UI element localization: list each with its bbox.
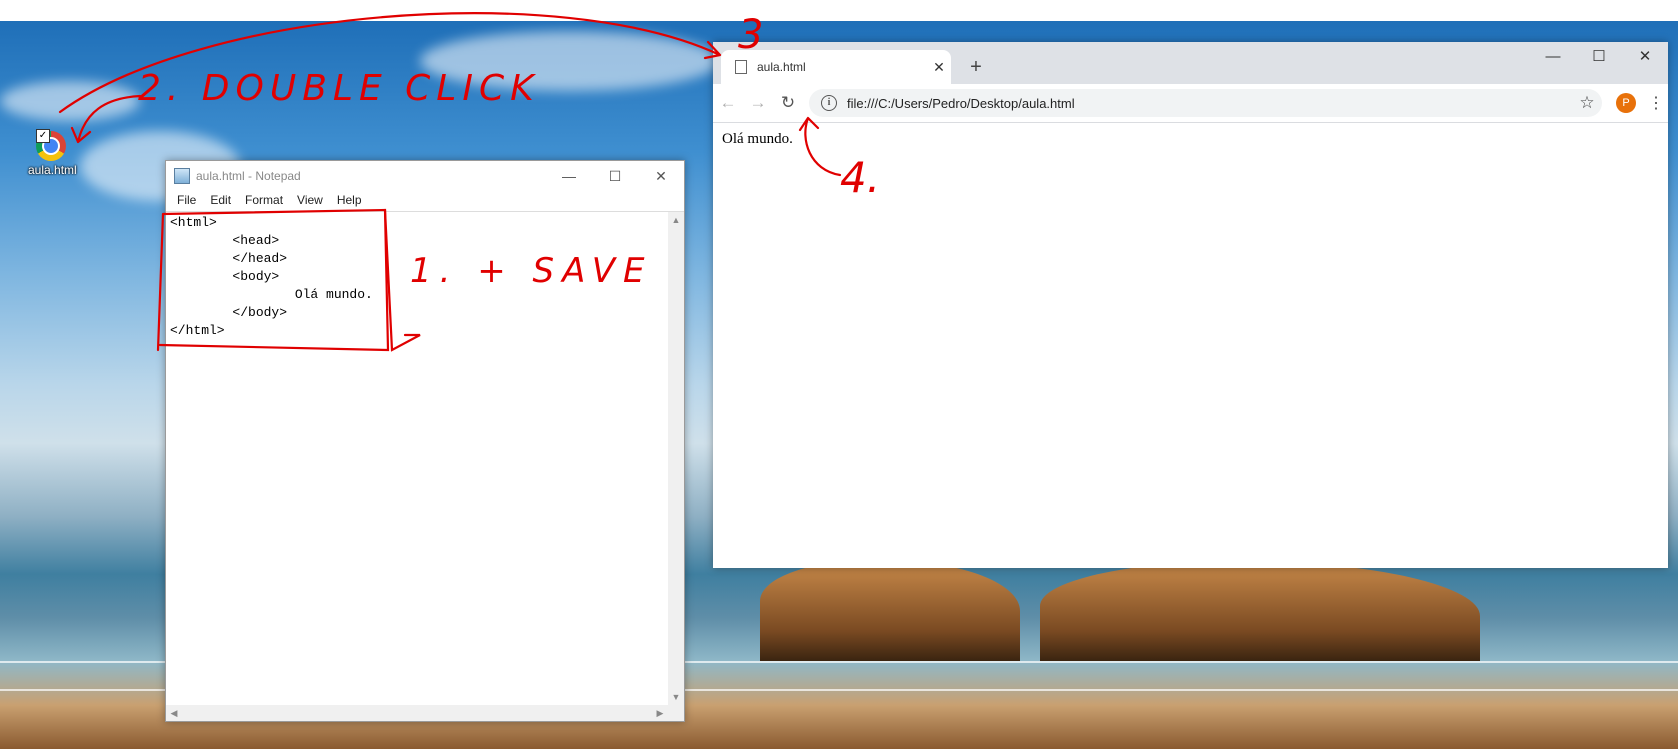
minimize-button[interactable]: — — [1530, 42, 1576, 70]
menu-edit[interactable]: Edit — [203, 191, 238, 211]
scroll-down-icon[interactable]: ▼ — [668, 689, 684, 705]
chrome-window[interactable]: aula.html ✕ + — ☐ ✕ ← → ↻ i file:///C:/U… — [713, 42, 1668, 568]
profile-avatar[interactable]: P — [1616, 93, 1636, 113]
tab-close-icon[interactable]: ✕ — [927, 59, 951, 76]
menu-help[interactable]: Help — [330, 191, 369, 211]
page-viewport: Olá mundo. — [713, 123, 1668, 568]
maximize-button[interactable]: ☐ — [1576, 42, 1622, 70]
browser-toolbar: ← → ↻ i file:///C:/Users/Pedro/Desktop/a… — [713, 84, 1668, 123]
back-arrow-icon[interactable]: ← — [713, 88, 743, 118]
rock-arch — [1040, 561, 1480, 661]
vertical-scrollbar[interactable]: ▲ ▼ — [668, 212, 684, 705]
scroll-right-icon[interactable]: ▶ — [652, 705, 668, 721]
notepad-window[interactable]: aula.html - Notepad — ☐ ✕ File Edit Form… — [165, 160, 685, 722]
new-tab-button[interactable]: + — [963, 54, 989, 80]
desktop-file-icon[interactable]: ✓ aula.html — [28, 129, 77, 177]
notepad-app-icon — [174, 168, 190, 184]
notepad-titlebar[interactable]: aula.html - Notepad — ☐ ✕ — [166, 161, 684, 191]
menu-view[interactable]: View — [290, 191, 330, 211]
tab-strip: aula.html ✕ + — ☐ ✕ — [713, 42, 1668, 84]
notepad-content[interactable]: <html> <head> </head> <body> Olá mundo. … — [170, 214, 373, 340]
scroll-up-icon[interactable]: ▲ — [668, 212, 684, 228]
notepad-menubar: File Edit Format View Help — [166, 191, 684, 211]
scroll-left-icon[interactable]: ◀ — [166, 705, 182, 721]
bookmark-star-icon[interactable]: ☆ — [1572, 93, 1602, 113]
menu-file[interactable]: File — [170, 191, 203, 211]
minimize-button[interactable]: — — [546, 161, 592, 191]
notepad-text-area[interactable]: <html> <head> </head> <body> Olá mundo. … — [166, 211, 684, 721]
reload-icon[interactable]: ↻ — [773, 88, 803, 118]
tab-title: aula.html — [757, 60, 806, 74]
cloud — [420, 31, 720, 91]
window-controls: — ☐ ✕ — [1530, 42, 1668, 70]
forward-arrow-icon[interactable]: → — [743, 88, 773, 118]
tab-aula[interactable]: aula.html ✕ — [721, 50, 951, 84]
cloud — [0, 81, 140, 121]
document-icon — [735, 60, 747, 74]
page-text: Olá mundo. — [722, 131, 793, 147]
menu-kebab-icon[interactable]: ⋮ — [1644, 93, 1668, 113]
close-button[interactable]: ✕ — [1622, 42, 1668, 70]
checkbox-icon: ✓ — [36, 129, 50, 143]
info-icon[interactable]: i — [821, 95, 837, 111]
resize-grip[interactable] — [668, 705, 684, 721]
maximize-button[interactable]: ☐ — [592, 161, 638, 191]
horizontal-scrollbar[interactable]: ◀ ▶ — [166, 705, 668, 721]
menu-format[interactable]: Format — [238, 191, 290, 211]
desktop-icon-label: aula.html — [28, 163, 77, 177]
address-bar[interactable]: i file:///C:/Users/Pedro/Desktop/aula.ht… — [809, 89, 1602, 117]
close-button[interactable]: ✕ — [638, 161, 684, 191]
rock-formation — [760, 561, 1020, 661]
notepad-title: aula.html - Notepad — [196, 169, 301, 183]
url-text[interactable]: file:///C:/Users/Pedro/Desktop/aula.html — [847, 96, 1572, 111]
top-strip — [0, 0, 1678, 21]
